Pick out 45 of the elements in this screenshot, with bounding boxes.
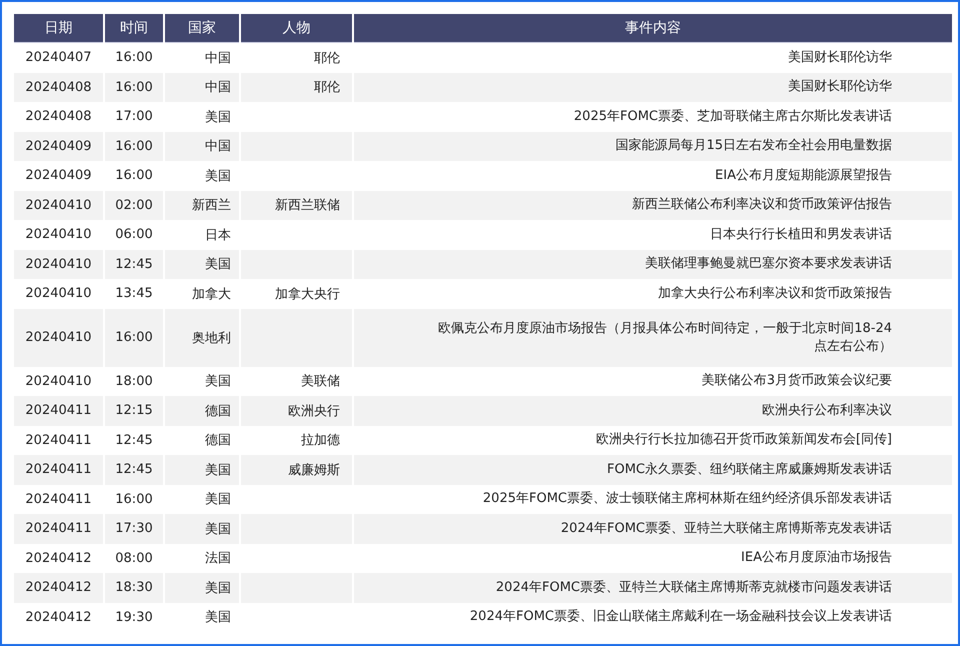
table-cell: 20240411	[14, 455, 103, 484]
table-cell: 20240411	[14, 396, 103, 426]
table-cell: 欧洲央行公布利率决议	[354, 396, 952, 426]
table-cell: 17:30	[105, 514, 163, 544]
table-cell: 美国	[165, 455, 239, 484]
table-cell: 2024年FOMC票委、亚特兰大联储主席博斯蒂克就楼市问题发表讲话	[354, 573, 952, 602]
table-cell: 16:00	[105, 132, 163, 161]
column-header: 日期	[14, 14, 103, 43]
table-cell: 威廉姆斯	[241, 455, 352, 484]
table-cell: 新西兰联储	[241, 190, 352, 220]
table-cell: 中国	[165, 132, 239, 161]
table-cell: 中国	[165, 72, 239, 102]
table-cell: 美联储理事鲍曼就巴塞尔资本要求发表讲话	[354, 250, 952, 279]
table-cell: 美国	[165, 514, 239, 544]
table-cell: 美国	[165, 250, 239, 279]
table-cell: 20240412	[14, 573, 103, 602]
table-cell: 12:15	[105, 396, 163, 426]
table-cell: 20240411	[14, 514, 103, 544]
table-cell: 欧佩克公布月度原油市场报告（月报具体公布时间待定，一般于北京时间18-24点左右公布）	[354, 308, 952, 366]
table-cell: 2024年FOMC票委、亚特兰大联储主席博斯蒂克发表讲话	[354, 514, 952, 544]
table-cell: 12:45	[105, 455, 163, 484]
table-cell: 美国财长耶伦访华	[354, 72, 952, 102]
table-cell: FOMC永久票委、纽约联储主席威廉姆斯发表讲话	[354, 455, 952, 484]
table-cell: 20240408	[14, 72, 103, 102]
table-cell: 16:00	[105, 72, 163, 102]
table-cell: 20240410	[14, 308, 103, 366]
column-header: 事件内容	[354, 14, 952, 43]
table-cell: 欧洲央行	[241, 396, 352, 426]
table-cell: 国家能源局每月15日左右发布全社会用电量数据	[354, 132, 952, 161]
table-cell: 20240409	[14, 132, 103, 161]
column-header: 时间	[105, 14, 163, 43]
column-header: 人物	[241, 14, 352, 43]
table-cell: 20240410	[14, 250, 103, 279]
table-cell: 12:45	[105, 250, 163, 279]
table-cell: 18:30	[105, 573, 163, 602]
table-cell: 新西兰联储公布利率决议和货币政策评估报告	[354, 190, 952, 220]
table-cell: 美国	[165, 573, 239, 602]
column-header: 国家	[165, 14, 239, 43]
table-cell: 新西兰	[165, 190, 239, 220]
table-cell: 奥地利	[165, 308, 239, 366]
table-cell: 02:00	[105, 190, 163, 220]
table-cell: 德国	[165, 396, 239, 426]
table-cell: 16:00	[105, 308, 163, 366]
table-cell: 耶伦	[241, 72, 352, 102]
table-cell: 20240410	[14, 190, 103, 220]
